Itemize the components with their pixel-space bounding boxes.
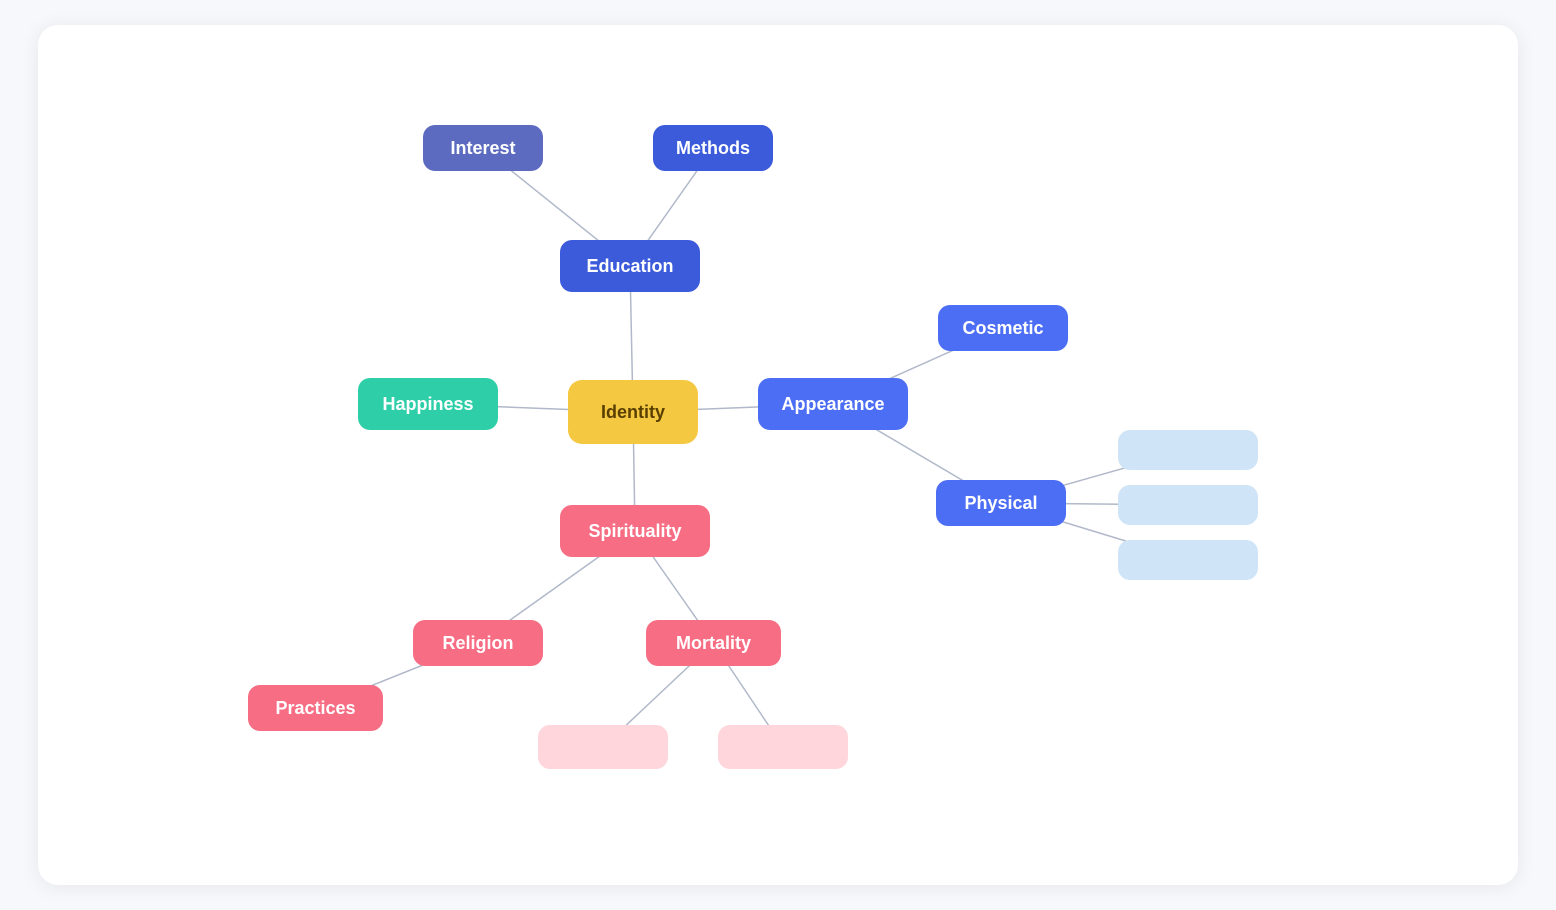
- node-spirituality[interactable]: Spirituality: [560, 505, 710, 557]
- node-phys2[interactable]: [1118, 485, 1258, 525]
- mindmap-canvas: Identity Happiness Education Interest Method…: [38, 25, 1518, 885]
- node-cosmetic[interactable]: Cosmetic: [938, 305, 1068, 351]
- node-methods[interactable]: Methods: [653, 125, 773, 171]
- node-practices[interactable]: Practices: [248, 685, 383, 731]
- node-mort1[interactable]: [538, 725, 668, 769]
- node-happiness[interactable]: Happiness: [358, 378, 498, 430]
- node-phys3[interactable]: [1118, 540, 1258, 580]
- node-religion[interactable]: Religion: [413, 620, 543, 666]
- node-education[interactable]: Education: [560, 240, 700, 292]
- node-phys1[interactable]: [1118, 430, 1258, 470]
- node-mortality[interactable]: Mortality: [646, 620, 781, 666]
- node-identity[interactable]: Identity: [568, 380, 698, 444]
- node-physical[interactable]: Physical: [936, 480, 1066, 526]
- node-appearance[interactable]: Appearance: [758, 378, 908, 430]
- node-mort2[interactable]: [718, 725, 848, 769]
- node-interest[interactable]: Interest: [423, 125, 543, 171]
